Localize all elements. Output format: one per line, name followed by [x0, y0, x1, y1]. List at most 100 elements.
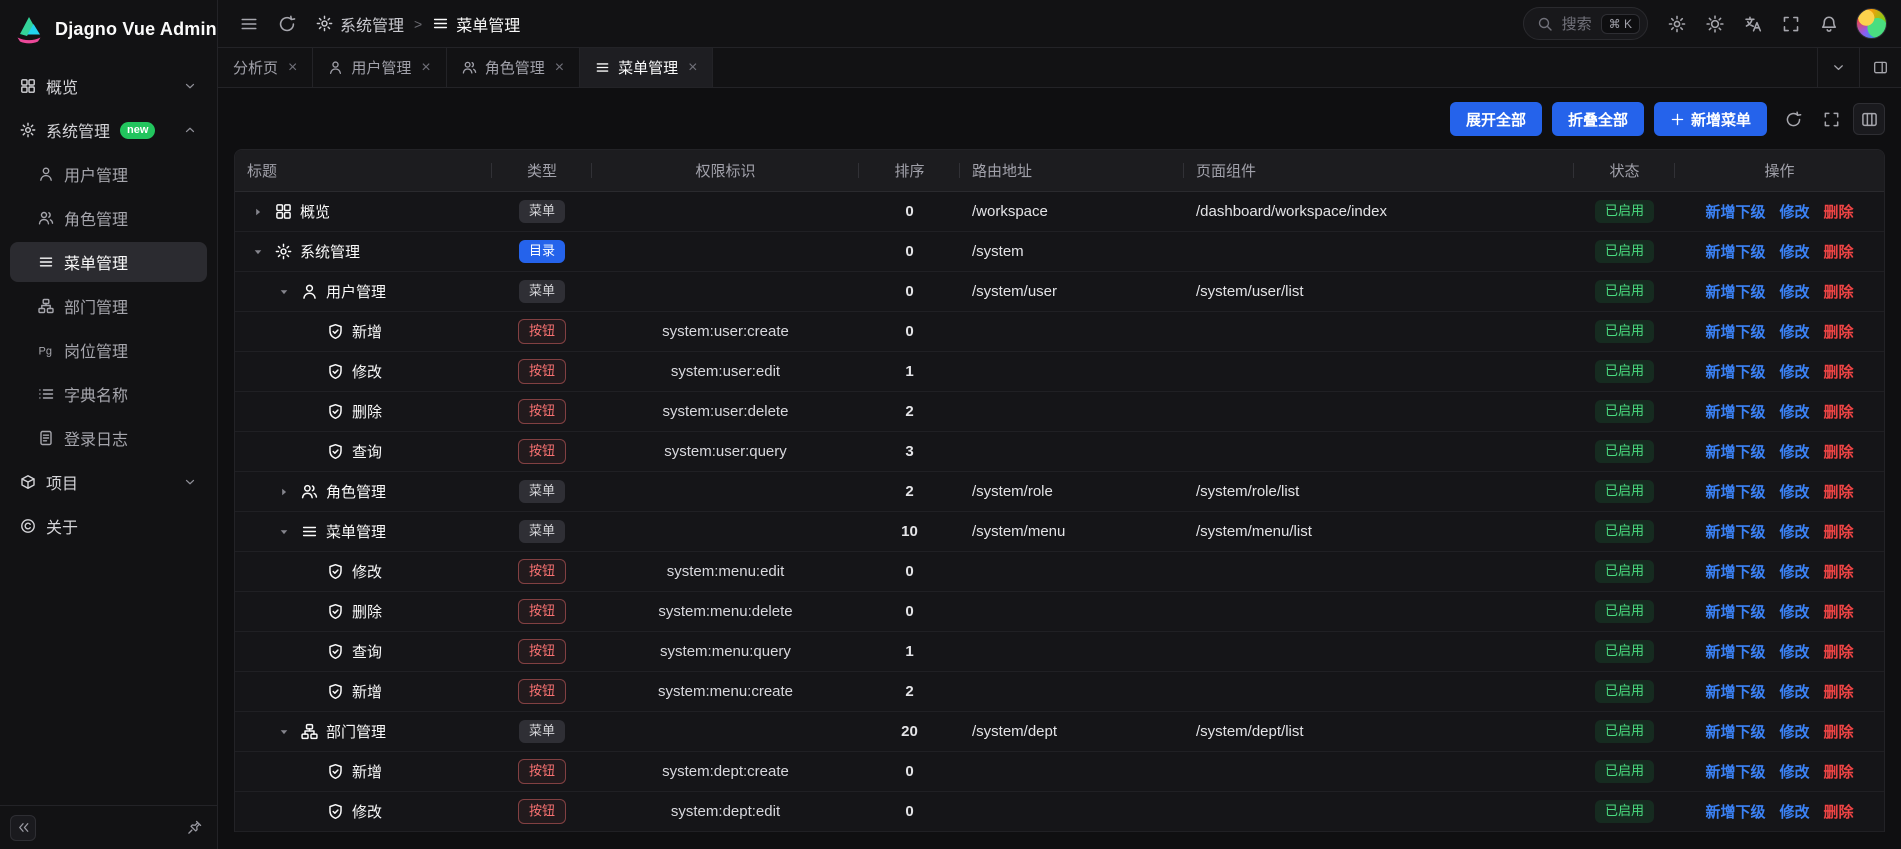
toolbar-button-1[interactable]: 折叠全部 — [1552, 102, 1644, 136]
sidebar-item-4[interactable]: 菜单管理 — [10, 242, 207, 282]
delete-link[interactable]: 删除 — [1824, 481, 1854, 502]
table-fullscreen-button[interactable] — [1815, 103, 1847, 135]
tab-close-icon[interactable]: × — [421, 60, 430, 76]
tab-label: 菜单管理 — [618, 57, 678, 78]
edit-link[interactable]: 修改 — [1779, 241, 1809, 262]
collapse-row-icon[interactable] — [275, 286, 293, 298]
sidebar-item-label: 登录日志 — [64, 426, 128, 450]
delete-link[interactable]: 删除 — [1824, 361, 1854, 382]
collapse-sidebar-button[interactable] — [10, 815, 36, 841]
toolbar-button-0[interactable]: 展开全部 — [1450, 102, 1542, 136]
edit-link[interactable]: 修改 — [1779, 441, 1809, 462]
edit-link[interactable]: 修改 — [1779, 361, 1809, 382]
edit-link[interactable]: 修改 — [1779, 601, 1809, 622]
sidebar-item-7[interactable]: 字典名称 — [10, 374, 207, 414]
tabs-dropdown-button[interactable] — [1817, 48, 1859, 87]
fullscreen-button[interactable] — [1774, 7, 1808, 41]
tab-0[interactable]: 分析页× — [218, 48, 313, 87]
edit-link[interactable]: 修改 — [1779, 721, 1809, 742]
sidebar-item-9[interactable]: 项目 — [10, 462, 207, 502]
add-child-link[interactable]: 新增下级 — [1705, 201, 1765, 222]
avatar[interactable] — [1856, 8, 1887, 39]
sidebar-item-2[interactable]: 用户管理 — [10, 154, 207, 194]
sidebar-item-6[interactable]: Pg岗位管理 — [10, 330, 207, 370]
sidebar-toggle-button[interactable] — [232, 7, 266, 41]
breadcrumb-item-0[interactable]: 系统管理 — [316, 12, 404, 36]
edit-link[interactable]: 修改 — [1779, 681, 1809, 702]
expand-row-icon[interactable] — [249, 206, 267, 218]
sidebar-item-8[interactable]: 登录日志 — [10, 418, 207, 458]
add-child-link[interactable]: 新增下级 — [1705, 441, 1765, 462]
page-refresh-button[interactable] — [270, 7, 304, 41]
add-child-link[interactable]: 新增下级 — [1705, 321, 1765, 342]
collapse-row-icon[interactable] — [275, 526, 293, 538]
add-child-link[interactable]: 新增下级 — [1705, 641, 1765, 662]
delete-link[interactable]: 删除 — [1824, 401, 1854, 422]
sidebar-item-label: 项目 — [46, 470, 78, 494]
sidebar-item-10[interactable]: 关于 — [10, 506, 207, 546]
sidebar-item-5[interactable]: 部门管理 — [10, 286, 207, 326]
app-logo[interactable]: Djagno Vue Admin — [0, 0, 217, 58]
toolbar-button-2[interactable]: 新增菜单 — [1654, 102, 1767, 136]
sidebar-item-1[interactable]: 系统管理new — [10, 110, 207, 150]
add-child-link[interactable]: 新增下级 — [1705, 721, 1765, 742]
delete-link[interactable]: 删除 — [1824, 521, 1854, 542]
delete-link[interactable]: 删除 — [1824, 721, 1854, 742]
sidebar-item-0[interactable]: 概览 — [10, 66, 207, 106]
edit-link[interactable]: 修改 — [1779, 201, 1809, 222]
tab-close-icon[interactable]: × — [555, 60, 564, 76]
add-child-link[interactable]: 新增下级 — [1705, 521, 1765, 542]
cell-status: 已启用 — [1574, 280, 1675, 302]
breadcrumb-item-1[interactable]: 菜单管理 — [432, 12, 520, 36]
add-child-link[interactable]: 新增下级 — [1705, 481, 1765, 502]
edit-link[interactable]: 修改 — [1779, 641, 1809, 662]
delete-link[interactable]: 删除 — [1824, 761, 1854, 782]
theme-toggle-button[interactable] — [1698, 7, 1732, 41]
add-child-link[interactable]: 新增下级 — [1705, 681, 1765, 702]
delete-link[interactable]: 删除 — [1824, 441, 1854, 462]
tabs-layout-button[interactable] — [1859, 48, 1901, 87]
edit-link[interactable]: 修改 — [1779, 281, 1809, 302]
delete-link[interactable]: 删除 — [1824, 601, 1854, 622]
table-refresh-button[interactable] — [1777, 103, 1809, 135]
delete-link[interactable]: 删除 — [1824, 801, 1854, 822]
tab-2[interactable]: 角色管理× — [447, 48, 580, 87]
edit-link[interactable]: 修改 — [1779, 801, 1809, 822]
sidebar-item-3[interactable]: 角色管理 — [10, 198, 207, 238]
tab-1[interactable]: 用户管理× — [313, 48, 446, 87]
delete-link[interactable]: 删除 — [1824, 641, 1854, 662]
pin-sidebar-button[interactable] — [181, 815, 207, 841]
delete-link[interactable]: 删除 — [1824, 241, 1854, 262]
table-columns-button[interactable] — [1853, 103, 1885, 135]
edit-link[interactable]: 修改 — [1779, 561, 1809, 582]
delete-link[interactable]: 删除 — [1824, 561, 1854, 582]
language-button[interactable] — [1736, 7, 1770, 41]
add-child-link[interactable]: 新增下级 — [1705, 561, 1765, 582]
edit-link[interactable]: 修改 — [1779, 481, 1809, 502]
collapse-row-icon[interactable] — [249, 246, 267, 258]
edit-link[interactable]: 修改 — [1779, 761, 1809, 782]
column-header-route: 路由地址 — [960, 150, 1184, 191]
settings-button[interactable] — [1660, 7, 1694, 41]
tab-close-icon[interactable]: × — [288, 60, 297, 76]
add-child-link[interactable]: 新增下级 — [1705, 361, 1765, 382]
delete-link[interactable]: 删除 — [1824, 321, 1854, 342]
delete-link[interactable]: 删除 — [1824, 281, 1854, 302]
add-child-link[interactable]: 新增下级 — [1705, 281, 1765, 302]
add-child-link[interactable]: 新增下级 — [1705, 601, 1765, 622]
search-input[interactable]: 搜索 ⌘ K — [1523, 7, 1648, 40]
edit-link[interactable]: 修改 — [1779, 521, 1809, 542]
add-child-link[interactable]: 新增下级 — [1705, 761, 1765, 782]
delete-link[interactable]: 删除 — [1824, 681, 1854, 702]
expand-row-icon[interactable] — [275, 486, 293, 498]
add-child-link[interactable]: 新增下级 — [1705, 241, 1765, 262]
tab-close-icon[interactable]: × — [688, 60, 697, 76]
notifications-button[interactable] — [1812, 7, 1846, 41]
add-child-link[interactable]: 新增下级 — [1705, 401, 1765, 422]
tab-3[interactable]: 菜单管理 × — [580, 48, 713, 87]
delete-link[interactable]: 删除 — [1824, 201, 1854, 222]
edit-link[interactable]: 修改 — [1779, 321, 1809, 342]
add-child-link[interactable]: 新增下级 — [1705, 801, 1765, 822]
collapse-row-icon[interactable] — [275, 726, 293, 738]
edit-link[interactable]: 修改 — [1779, 401, 1809, 422]
